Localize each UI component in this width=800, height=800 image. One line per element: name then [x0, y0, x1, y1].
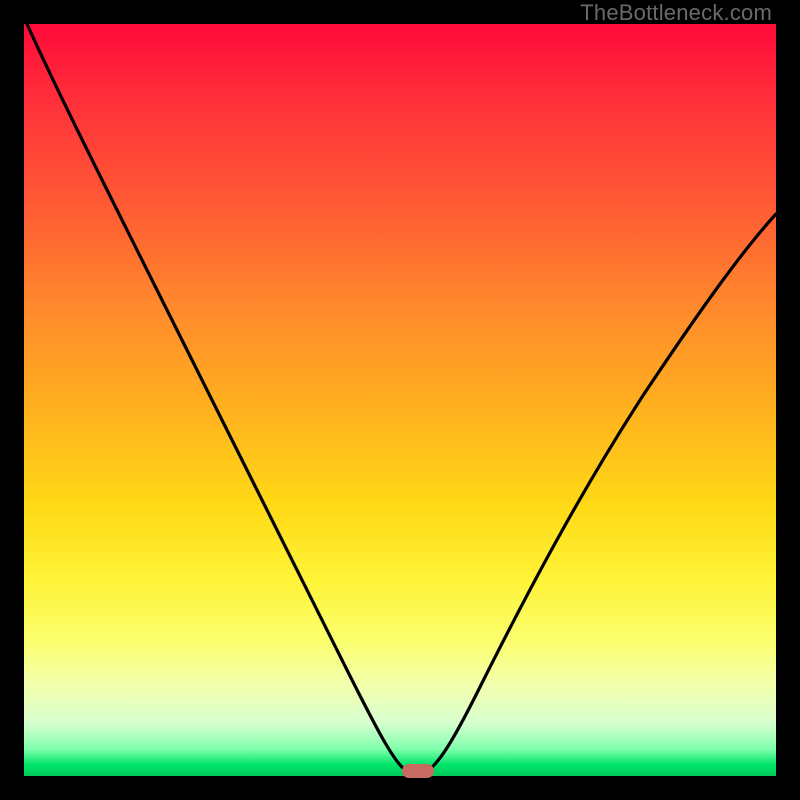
- curve-path: [27, 24, 776, 772]
- chart-frame: TheBottleneck.com: [0, 0, 800, 800]
- watermark-text: TheBottleneck.com: [580, 0, 772, 26]
- plot-area: [24, 24, 776, 776]
- bottleneck-curve: [24, 24, 776, 776]
- optimum-marker: [402, 764, 434, 778]
